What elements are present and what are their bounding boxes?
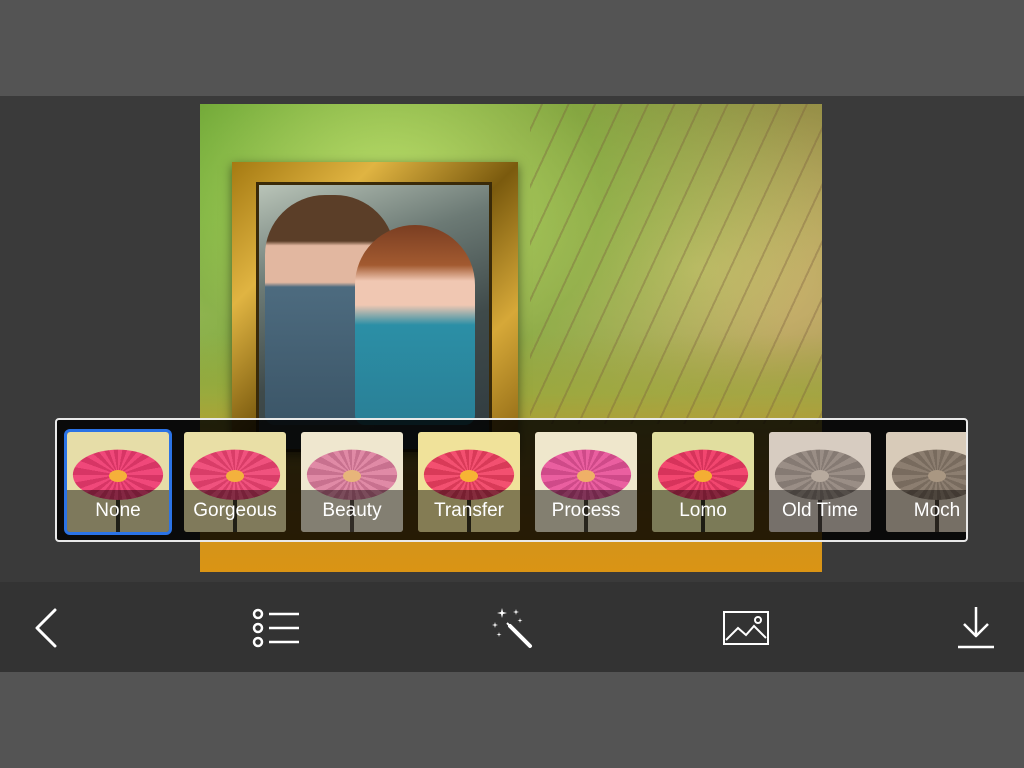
- download-icon: [958, 607, 994, 649]
- filter-label: None: [67, 490, 169, 532]
- filter-item-lomo[interactable]: Lomo: [652, 432, 754, 532]
- gold-photo-frame: [232, 162, 518, 452]
- photo-subject-woman: [355, 225, 475, 425]
- flower-center: [226, 470, 244, 482]
- filter-label: Lomo: [652, 490, 754, 532]
- effects-button[interactable]: [486, 602, 538, 654]
- filter-item-moch[interactable]: Moch: [886, 432, 966, 532]
- filter-label: Gorgeous: [184, 490, 286, 532]
- filter-item-beauty[interactable]: Beauty: [301, 432, 403, 532]
- flower-center: [343, 470, 361, 482]
- back-button[interactable]: [20, 602, 72, 654]
- gallery-button[interactable]: [720, 602, 772, 654]
- filter-item-process[interactable]: Process: [535, 432, 637, 532]
- list-icon: [252, 608, 299, 648]
- filter-label: Moch: [886, 490, 966, 532]
- filter-strip[interactable]: None Gorgeous Beauty Transfer Process Lomo Old…: [55, 418, 968, 542]
- flower-center: [928, 470, 946, 482]
- filter-list: None Gorgeous Beauty Transfer Process Lomo Old…: [67, 432, 966, 532]
- filter-item-gorgeous[interactable]: Gorgeous: [184, 432, 286, 532]
- flower-center: [109, 470, 127, 482]
- image-icon: [723, 611, 769, 645]
- filter-item-transfer[interactable]: Transfer: [418, 432, 520, 532]
- background-branches: [530, 104, 822, 424]
- filter-item-old-time[interactable]: Old Time: [769, 432, 871, 532]
- save-button[interactable]: [950, 602, 1002, 654]
- top-bar: [0, 0, 1024, 96]
- bottom-bar: [0, 672, 1024, 768]
- filter-label: Transfer: [418, 490, 520, 532]
- filter-label: Old Time: [769, 490, 871, 532]
- flower-center: [460, 470, 478, 482]
- filter-label: Process: [535, 490, 637, 532]
- flower-center: [577, 470, 595, 482]
- flower-center: [811, 470, 829, 482]
- filter-item-none[interactable]: None: [67, 432, 169, 532]
- framed-photo[interactable]: [256, 182, 492, 452]
- flower-center: [694, 470, 712, 482]
- bottom-toolbar: [0, 582, 1024, 672]
- frames-list-button[interactable]: [250, 602, 302, 654]
- chevron-left-icon: [35, 608, 57, 648]
- magic-wand-icon: [492, 608, 532, 648]
- filter-label: Beauty: [301, 490, 403, 532]
